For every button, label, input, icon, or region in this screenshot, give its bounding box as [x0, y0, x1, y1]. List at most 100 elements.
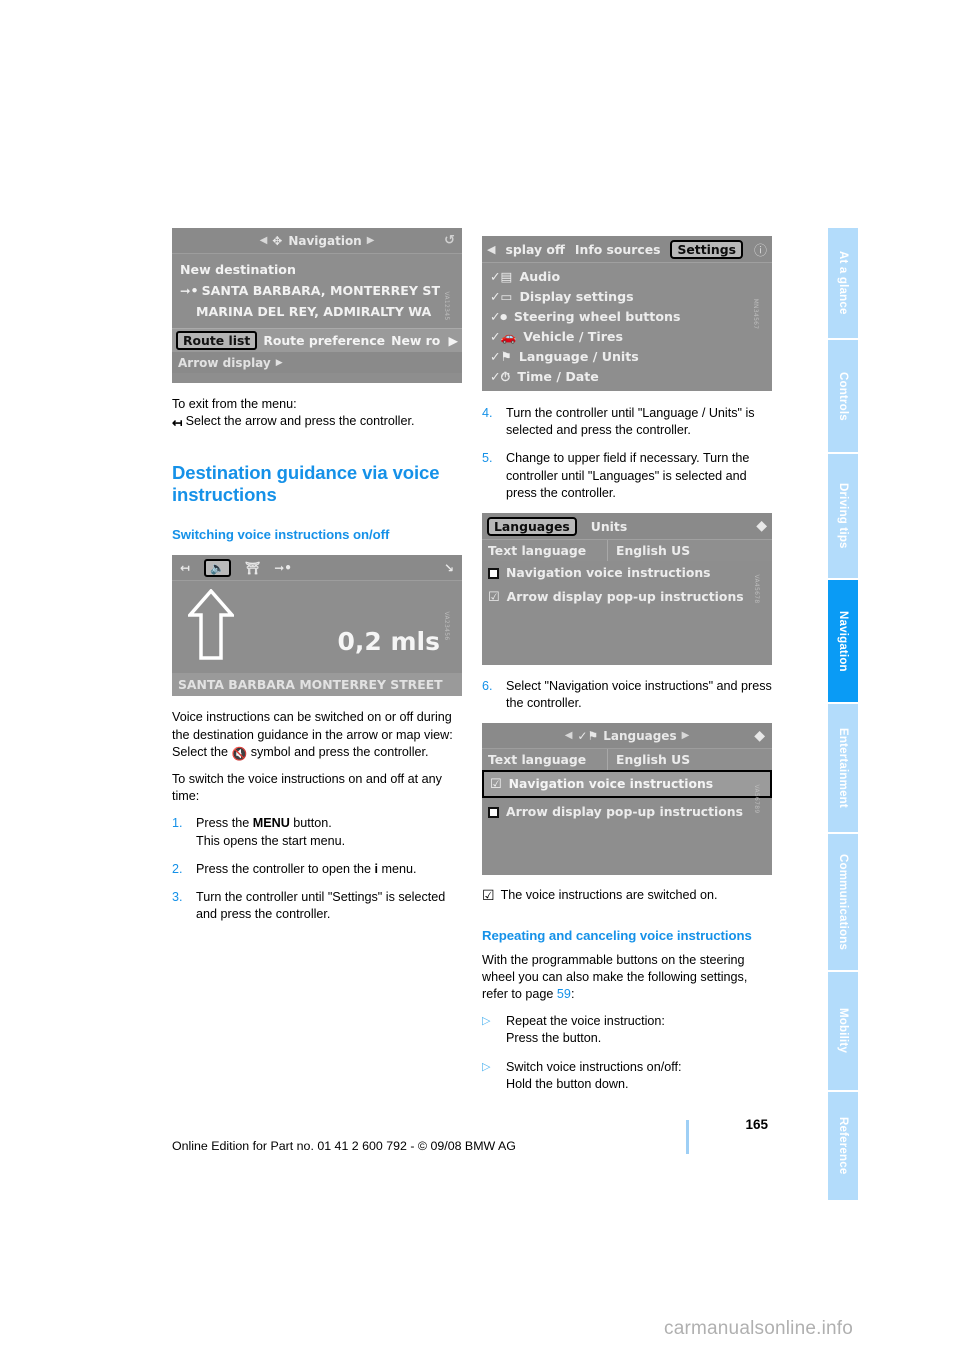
- mute-speaker-icon: 🔇: [231, 746, 248, 761]
- back-arrow-icon[interactable]: ↤: [180, 561, 190, 575]
- menu-item-vehicle-tires[interactable]: ✓🚗 Vehicle / Tires: [490, 327, 764, 347]
- tab-display-off[interactable]: splay off: [505, 242, 564, 257]
- destination-arrow-icon: ➞•: [180, 283, 199, 298]
- speaker-icon[interactable]: 🔈: [204, 558, 232, 577]
- diamond-indicator-icon: ◆: [756, 518, 767, 535]
- menu-item-audio[interactable]: ✓▤ Audio: [490, 267, 764, 287]
- sidebar-item-reference[interactable]: Reference: [828, 1092, 858, 1200]
- tab-settings[interactable]: Settings: [670, 239, 743, 259]
- scroll-left-icon[interactable]: ◀: [487, 243, 495, 256]
- edition-line: Online Edition for Part no. 01 41 2 600 …: [172, 1139, 516, 1153]
- scroll-right-icon[interactable]: ▶: [448, 333, 458, 348]
- highway-icon[interactable]: ⛩: [245, 561, 260, 575]
- sidebar-item-communications[interactable]: Communications: [828, 834, 858, 970]
- step-number: 4.: [482, 406, 493, 420]
- settings-menu-list: ✓▤ Audio ✓▭ Display settings ✓⏺ Steering…: [482, 263, 772, 391]
- step-text: Press the controller to open the i menu.: [196, 861, 417, 876]
- text-language-label: Text language: [488, 543, 587, 559]
- page-reference-link[interactable]: 59: [557, 987, 571, 1001]
- text-language-row[interactable]: Text language English US: [482, 749, 772, 771]
- tab-new-route[interactable]: New ro: [391, 333, 440, 348]
- exit-note: ↤ Select the arrow and press the controll…: [172, 413, 462, 432]
- tab-route-list[interactable]: Route list: [176, 331, 258, 350]
- step-number: 1.: [172, 816, 183, 831]
- checkmark-steering-icon: ✓⏺: [490, 309, 507, 324]
- manual-page: ◀ ✥ Navigation ▶ ↺ New destination ➞• SAN…: [0, 0, 960, 1358]
- left-arrow-icon[interactable]: ◀: [565, 730, 573, 741]
- step-number: 5.: [482, 451, 493, 466]
- right-arrow-icon: ▶: [366, 235, 375, 246]
- checkbox-unchecked-icon: [488, 806, 499, 818]
- arrow-display-screenshot: ↤ 🔈 ⛩ ➞• ↘ 0,2 mls SANTA BARBARA MONTERR…: [172, 555, 462, 697]
- screenshot-titlebar: ◀ ✥ Navigation ▶ ↺: [172, 228, 462, 254]
- tab-languages[interactable]: Languages: [487, 516, 577, 536]
- screenshot-tabbar: Route list Route preference New ro ▶: [172, 328, 462, 352]
- tab-route-preference[interactable]: Route preference: [263, 333, 385, 348]
- bullet-text: Repeat the voice instruction: Press the b…: [506, 1014, 665, 1046]
- expand-icon[interactable]: ↘: [444, 561, 454, 575]
- section-subtitle: Switching voice instructions on/off: [172, 527, 390, 543]
- tab-info-sources[interactable]: Info sources: [575, 242, 661, 257]
- settings-tabbar: ◀ splay off Info sources Settings ⓘ: [482, 236, 772, 263]
- step-text: Change to upper field if necessary. Turn…: [506, 451, 750, 500]
- sidebar-item-navigation[interactable]: Navigation: [828, 580, 858, 702]
- right-arrow-icon[interactable]: ▶: [682, 730, 690, 741]
- tab-units[interactable]: Units: [591, 519, 627, 534]
- languages-tabbar: Languages Units ◆: [482, 513, 772, 541]
- list-item: ➞• SANTA BARBARA, MONTERREY ST: [180, 283, 441, 298]
- right-column: ◀ splay off Info sources Settings ⓘ ✓▤ A…: [482, 228, 772, 1104]
- sidebar-item-entertainment[interactable]: Entertainment: [828, 704, 858, 832]
- result-note: ☑ The voice instructions are switched on…: [482, 887, 772, 904]
- option-navigation-voice-instructions[interactable]: ☑ Navigation voice instructions: [482, 770, 772, 799]
- checkmark-display-icon: ✓▭: [490, 289, 513, 304]
- checkmark-clock-icon: ✓⏱: [490, 369, 511, 384]
- info-icon[interactable]: ⓘ: [754, 240, 767, 259]
- list-item: 3. Turn the controller until "Settings" …: [172, 889, 462, 923]
- page-number: 165: [745, 1117, 768, 1132]
- triangle-bullet-icon: ▷: [482, 1060, 491, 1073]
- list-item: 2. Press the controller to open the i me…: [172, 861, 462, 878]
- text-language-value: English US: [607, 540, 772, 562]
- step-text: Select "Navigation voice instructions" a…: [506, 679, 772, 711]
- list-item: 5. Change to upper field if necessary. T…: [482, 450, 772, 502]
- text-language-value: English US: [607, 749, 772, 771]
- list-item: 1. Press the MENU button. This opens the…: [172, 815, 462, 849]
- street-name: SANTA BARBARA MONTERREY STREET: [172, 673, 462, 697]
- menu-item-display-settings[interactable]: ✓▭ Display settings: [490, 287, 764, 307]
- list-item: New destination: [180, 262, 296, 277]
- step-number: 3.: [172, 890, 183, 905]
- sidebar-item-driving-tips[interactable]: Driving tips: [828, 454, 858, 578]
- menu-item-language-units[interactable]: ✓⚑ Language / Units: [490, 347, 764, 367]
- list-item: ▷ Repeat the voice instruction: Press the…: [482, 1013, 772, 1047]
- straight-ahead-arrow-icon: [188, 589, 234, 661]
- menu-item-time-date[interactable]: ✓⏱ Time / Date: [490, 367, 764, 387]
- left-arrow-icon: ◀: [259, 235, 268, 246]
- numbered-steps-left: 1. Press the MENU button. This opens the…: [172, 815, 462, 923]
- step-number: 6.: [482, 679, 493, 694]
- destination-arrow-icon[interactable]: ➞•: [274, 561, 292, 575]
- text-language-label: Text language: [488, 752, 587, 768]
- checkbox-unchecked-icon: [488, 567, 499, 579]
- step-text: Press the MENU button. This opens the st…: [196, 816, 346, 848]
- arrow-view-area: 0,2 mls: [172, 581, 462, 673]
- screenshot-title: Navigation: [288, 233, 362, 248]
- result-text: The voice instructions are switched on.: [500, 888, 718, 903]
- languages2-titlebar: ◀ ✓⚑ Languages ▶ ◆: [482, 723, 772, 750]
- menu-item-steering-wheel-buttons[interactable]: ✓⏺ Steering wheel buttons: [490, 307, 764, 327]
- back-arrow-icon: ↤: [172, 416, 183, 431]
- option-arrow-display-popup[interactable]: Arrow display pop-up instructions: [482, 800, 772, 824]
- paragraph-switch-anytime: To switch the voice instructions on and …: [172, 772, 442, 804]
- sidebar-item-mobility[interactable]: Mobility: [828, 972, 858, 1090]
- languages2-title: Languages: [603, 728, 677, 743]
- checkmark-car-icon: ✓🚗: [490, 329, 517, 344]
- option-navigation-voice-instructions[interactable]: Navigation voice instructions: [482, 561, 772, 585]
- sidebar-item-at-a-glance[interactable]: At a glance: [828, 228, 858, 338]
- option-arrow-display-popup[interactable]: ☑ Arrow display pop-up instructions: [482, 585, 772, 609]
- numbered-steps-upper-right: 4. Turn the controller until "Language /…: [482, 405, 772, 502]
- sidebar-item-controls[interactable]: Controls: [828, 340, 858, 452]
- sidebar-item-label: Mobility: [837, 1008, 849, 1054]
- text-language-row[interactable]: Text language English US: [482, 540, 772, 562]
- triangle-bullet-icon: ▷: [482, 1015, 491, 1028]
- sidebar-item-label: At a glance: [837, 251, 849, 315]
- chevron-right-icon: ▶: [275, 357, 283, 368]
